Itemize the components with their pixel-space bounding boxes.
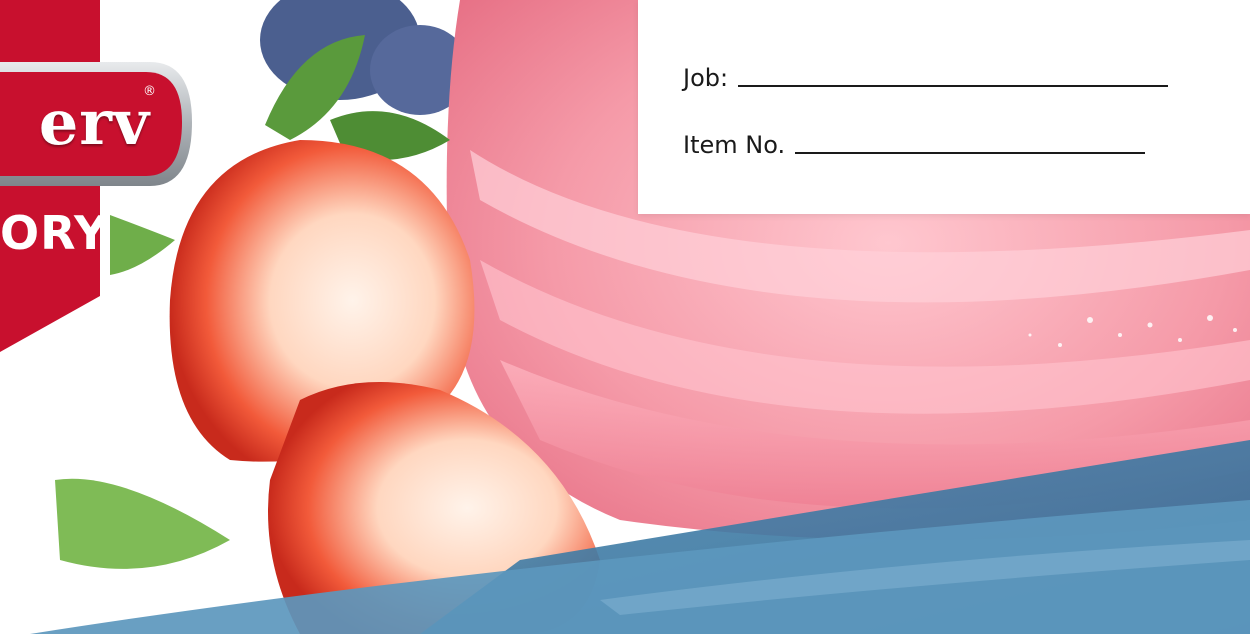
logo-wordmark: erv (38, 86, 150, 159)
job-field[interactable] (738, 85, 1169, 87)
job-row: Job: (683, 64, 1169, 92)
logo-banner-text: ORY (0, 206, 109, 260)
job-label: Job: (683, 64, 729, 92)
registered-icon: ® (143, 84, 156, 99)
item-number-label: Item No. (683, 131, 786, 159)
job-info-form: Job: Item No. (638, 0, 1250, 214)
item-number-field[interactable] (795, 152, 1146, 154)
item-row: Item No. (683, 131, 1146, 159)
logo-badge: erv ® ORY (0, 0, 200, 370)
